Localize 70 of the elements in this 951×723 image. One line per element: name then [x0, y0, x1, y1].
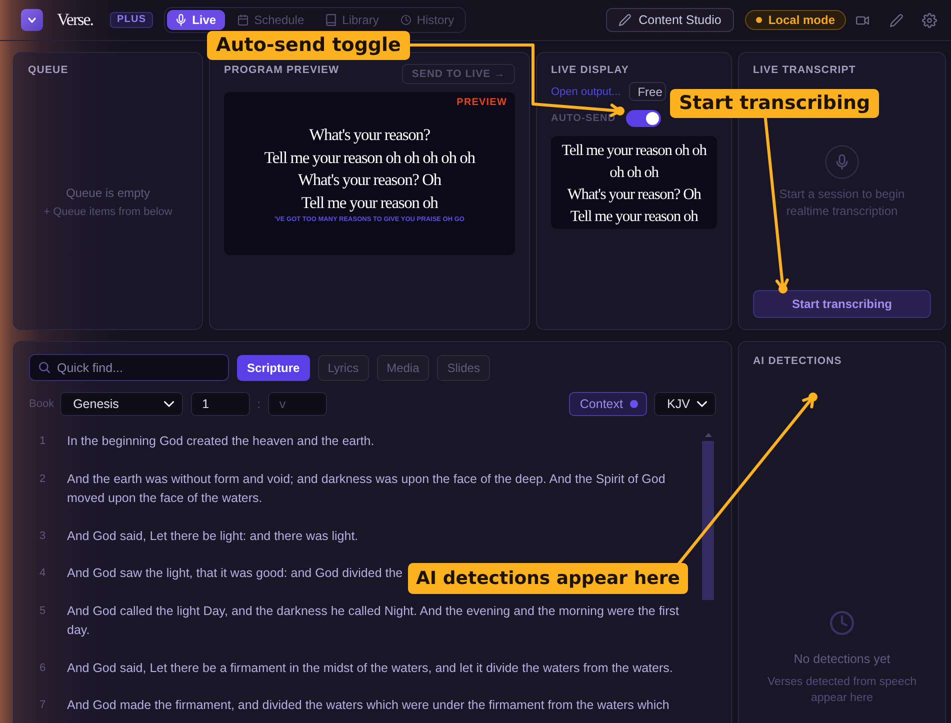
lyric-line: What's your reason? [309, 124, 430, 146]
lyric-line: Tell me your reason oh oh oh oh oh [264, 146, 475, 169]
calendar-icon [238, 14, 248, 26]
pen-icon [890, 14, 903, 26]
content-studio-button[interactable]: Content Studio [606, 8, 734, 32]
callout-label: AI detections appear here [408, 563, 688, 594]
transcript-hint: Start a session to begin realtime transcription [778, 186, 906, 220]
separator: : [257, 397, 260, 411]
lyric-line: What's your reason? Oh [298, 169, 441, 192]
clock-icon [830, 611, 854, 635]
panel-title: PROGRAM PREVIEW [224, 64, 340, 76]
empty-state-title: No detections yet [794, 652, 890, 666]
auto-send-label: AUTO-SEND [551, 113, 616, 124]
lyric-line: Tell me your reason oh [301, 192, 438, 214]
plan-badge: PLUS [110, 12, 154, 28]
verse-number: 7 [38, 698, 47, 713]
search-icon [39, 362, 50, 373]
verse-text[interactable]: And God said, Let there be a firmament in the midst of the waters, and let it divide the waters from the waters. [67, 658, 673, 678]
output-button[interactable]: Free [628, 82, 666, 101]
lyric-line: Tell me your reason oh [570, 207, 698, 227]
verse-number: 5 [38, 604, 47, 618]
auto-send-toggle[interactable] [626, 110, 661, 127]
start-transcribing-button[interactable]: Start transcribing [753, 290, 931, 318]
verse-number: 2 [38, 472, 47, 486]
panel-title: LIVE DISPLAY [551, 64, 629, 76]
empty-state-title: Queue is empty [66, 186, 150, 200]
book-label: Book [29, 398, 54, 410]
brand-name: Verse. [57, 10, 94, 30]
verse-number: 3 [38, 528, 47, 544]
verse-number: 6 [38, 660, 47, 676]
pen-icon [618, 14, 631, 26]
panel-title: QUEUE [28, 64, 68, 76]
chevron-down-icon [697, 401, 707, 407]
lyric-line: Tell me your reason oh oh [562, 141, 706, 161]
translation-select[interactable]: KJV [654, 392, 716, 416]
verse-text[interactable]: And the earth was without form and void; and darkness was upon the face of the deep. And the Spirit of God moved upon the face of the waters. [67, 470, 695, 508]
verse-text[interactable]: And God called the light Day, and the darkness he called Night. And the evening and the morning were the first day. [67, 602, 695, 640]
verse-field[interactable]: v [268, 392, 328, 416]
callout-label: Auto-send toggle [207, 31, 410, 60]
lyric-line: oh oh oh [610, 163, 658, 183]
empty-state-hint: + Queue items from below [44, 206, 172, 218]
mode-badge: Local mode [745, 10, 846, 30]
nav-tab[interactable]: Live [167, 10, 226, 30]
book-icon [326, 14, 336, 26]
microphone-icon [176, 14, 186, 26]
search-field[interactable]: Quick find... [29, 354, 229, 381]
verse-text[interactable]: And God said, Let there be light: and there was light. [67, 526, 358, 546]
context-toggle[interactable]: Context [568, 392, 647, 416]
video-camera-icon [856, 16, 869, 24]
scrollbar-thumb[interactable] [702, 441, 714, 600]
logo-icon [21, 9, 43, 31]
empty-state-hint: Verses detected from speech appear here [766, 675, 918, 706]
lyric-line: What's your reason? Oh [567, 185, 701, 205]
verse-number: 1 [38, 434, 47, 449]
content-type-tab[interactable]: Scripture [237, 354, 310, 380]
panel-title: AI DETECTIONS [753, 355, 842, 367]
book-select[interactable]: Genesis [60, 392, 184, 416]
chapter-field[interactable]: 1 [191, 392, 250, 416]
microphone-icon [825, 145, 859, 179]
verse-text[interactable]: In the beginning God created the heaven and the earth. [67, 432, 374, 452]
status-dot-icon [756, 17, 762, 23]
settings-icon [922, 12, 937, 28]
verse-text[interactable]: And God saw the light, that it was good: and God divided the [67, 564, 403, 584]
verse-number: 4 [38, 566, 47, 581]
chevron-down-icon [164, 401, 174, 407]
clock-icon [400, 14, 411, 26]
verse-text[interactable]: And God made the firmament, and divided the waters which were under the firmament from the waters which [67, 696, 670, 716]
panel-title: LIVE TRANSCRIPT [753, 64, 856, 76]
preview-label: PREVIEW [456, 97, 507, 108]
callout-label: Start transcribing [670, 89, 880, 118]
